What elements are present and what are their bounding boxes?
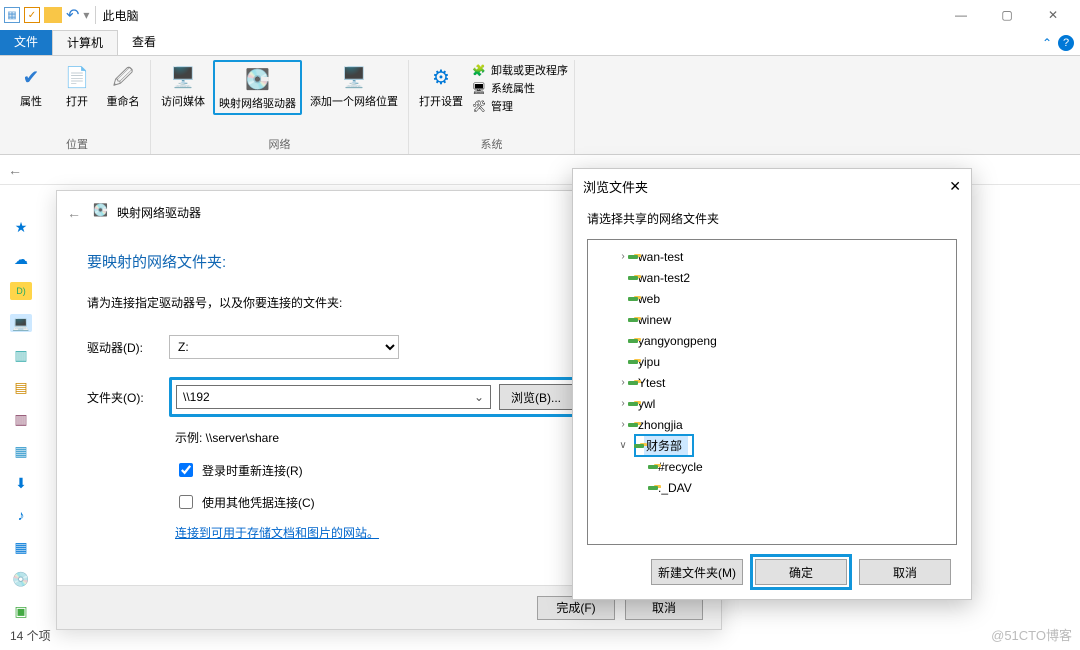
sidebar-downloads-icon[interactable]: ⬇ <box>10 474 32 492</box>
tree-item[interactable]: ›zhongjia <box>588 414 956 435</box>
nav-back-icon[interactable]: ← <box>8 162 22 178</box>
sidebar-disk3-icon[interactable]: ▥ <box>10 410 32 428</box>
sidebar-videos-icon[interactable]: 💿 <box>10 570 32 588</box>
browse-title: 浏览文件夹 <box>583 177 648 196</box>
uninstall-button[interactable]: 🧩卸载或更改程序 <box>471 62 568 78</box>
close-button[interactable]: ✕ <box>1030 0 1076 30</box>
tab-file[interactable]: 文件 <box>0 30 52 55</box>
tree-item[interactable]: ._DAV <box>588 477 956 498</box>
browse-close-icon[interactable]: ✕ <box>949 178 961 195</box>
browse-button[interactable]: 浏览(B)... <box>499 384 573 410</box>
tree-item[interactable]: winew <box>588 309 956 330</box>
quick-access-icon[interactable]: ▦ <box>4 7 20 23</box>
item-count: 14 个项 <box>10 627 51 644</box>
tree-item-label: Ytest <box>638 376 665 390</box>
settings-icon: ⚙ <box>425 62 457 94</box>
tree-item-label: wan-test2 <box>638 271 690 285</box>
ok-button[interactable]: 确定 <box>755 559 847 585</box>
browse-cancel-button[interactable]: 取消 <box>859 559 951 585</box>
tree-item-label: yangyongpeng <box>638 334 717 348</box>
tree-item-label: yipu <box>638 355 660 369</box>
tree-item[interactable]: ›ywl <box>588 393 956 414</box>
sidebar-network-icon[interactable]: ▣ <box>10 602 32 620</box>
tree-item-label: 财务部 <box>644 436 688 455</box>
tree-item[interactable]: ∨ 财务部 <box>588 435 956 456</box>
tree-item[interactable]: web <box>588 288 956 309</box>
folder-input-group: \\192 ⌄ 浏览(B)... <box>169 377 580 417</box>
access-media-icon: 🖥️ <box>167 62 199 94</box>
tree-item[interactable]: ›wan-test <box>588 246 956 267</box>
group-location-label: 位置 <box>66 136 88 154</box>
sidebar-this-pc-icon[interactable]: 💻 <box>10 314 32 332</box>
wizard-icon: 💽 <box>93 203 111 221</box>
tree-item[interactable]: ›Ytest <box>588 372 956 393</box>
wizard-back-icon[interactable]: ← <box>67 205 81 221</box>
tree-item-label: ywl <box>638 397 655 411</box>
sidebar-disk1-icon[interactable]: ▥ <box>10 346 32 364</box>
expander-icon[interactable]: ∨ <box>616 440 630 451</box>
tree-item[interactable]: yangyongpeng <box>588 330 956 351</box>
sidebar-pictures-icon[interactable]: ▦ <box>10 538 32 556</box>
credentials-checkbox[interactable] <box>179 495 193 509</box>
sidebar-music-icon[interactable]: ♪ <box>10 506 32 524</box>
tab-computer[interactable]: 计算机 <box>52 30 118 55</box>
group-system-label: 系统 <box>481 136 503 154</box>
folder-input[interactable]: \\192 ⌄ <box>176 385 491 409</box>
sidebar-disk4-icon[interactable]: ▦ <box>10 442 32 460</box>
manage-button[interactable]: 🛠管理 <box>471 98 568 114</box>
sys-props-button[interactable]: 🖥系统属性 <box>471 80 568 96</box>
ribbon-collapse-icon[interactable]: ⌃ <box>1042 36 1052 50</box>
tree-item[interactable]: wan-test2 <box>588 267 956 288</box>
maximize-button[interactable]: ▢ <box>984 0 1030 30</box>
tree-item-label: ._DAV <box>658 481 692 495</box>
sys-props-icon: 🖥 <box>471 80 487 96</box>
map-drive-button[interactable]: 💽 映射网络驱动器 <box>213 60 302 115</box>
quick-check-icon[interactable]: ✓ <box>24 7 40 23</box>
tree-item-label: web <box>638 292 660 306</box>
manage-icon: 🛠 <box>471 98 487 114</box>
credit: @51CTO博客 <box>991 625 1072 644</box>
tree-item-label: zhongjia <box>638 418 683 432</box>
tree-item[interactable]: yipu <box>588 351 956 372</box>
tree-item-label: #recycle <box>658 460 703 474</box>
open-button[interactable]: 📄 打开 <box>56 60 98 111</box>
sidebar-wps-icon[interactable]: D) <box>10 282 32 300</box>
reconnect-checkbox[interactable] <box>179 463 193 477</box>
browse-folder-dialog: 浏览文件夹 ✕ 请选择共享的网络文件夹 ›wan-test wan-test2 we… <box>572 168 972 600</box>
properties-button[interactable]: ✔ 属性 <box>10 60 52 111</box>
wizard-title: 映射网络驱动器 <box>117 204 201 221</box>
sidebar-quick-access-icon[interactable]: ★ <box>10 218 32 236</box>
tab-view[interactable]: 查看 <box>118 30 170 55</box>
window-title: 此电脑 <box>102 7 138 24</box>
browse-subtitle: 请选择共享的网络文件夹 <box>573 204 971 239</box>
map-drive-icon: 💽 <box>242 64 274 96</box>
uninstall-icon: 🧩 <box>471 62 487 78</box>
new-folder-button[interactable]: 新建文件夹(M) <box>651 559 743 585</box>
properties-icon: ✔ <box>15 62 47 94</box>
help-icon[interactable]: ? <box>1058 35 1074 51</box>
tree-item[interactable]: #recycle <box>588 456 956 477</box>
group-network-label: 网络 <box>269 136 291 154</box>
minimize-button[interactable]: — <box>938 0 984 30</box>
drive-select[interactable]: Z: <box>169 335 399 359</box>
folder-tree[interactable]: ›wan-test wan-test2 web winew yangyongpeng yi… <box>587 239 957 545</box>
sidebar-onedrive-icon[interactable]: ☁ <box>10 250 32 268</box>
undo-icon[interactable]: ↶ <box>62 5 83 25</box>
sidebar-disk2-icon[interactable]: ▤ <box>10 378 32 396</box>
add-location-icon: 🖥️ <box>338 62 370 94</box>
open-icon: 📄 <box>61 62 93 94</box>
rename-button[interactable]: 🖉 重命名 <box>102 60 144 111</box>
access-media-button[interactable]: 🖥️ 访问媒体 <box>157 60 209 111</box>
tree-item-label: wan-test <box>638 250 683 264</box>
open-settings-button[interactable]: ⚙ 打开设置 <box>415 60 467 111</box>
folder-label: 文件夹(O): <box>87 389 165 406</box>
rename-icon: 🖉 <box>107 62 139 94</box>
tree-item-label: winew <box>638 313 671 327</box>
add-location-button[interactable]: 🖥️ 添加一个网络位置 <box>306 60 402 111</box>
quick-folder-icon[interactable] <box>44 7 62 23</box>
chevron-down-icon[interactable]: ⌄ <box>474 390 484 404</box>
drive-label: 驱动器(D): <box>87 339 165 356</box>
